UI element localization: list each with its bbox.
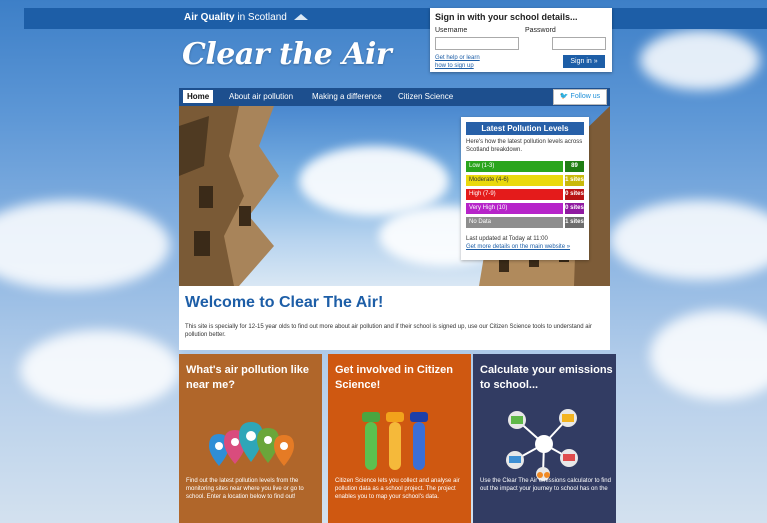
card-description: Find out the latest pollution levels fro… [186,478,304,500]
level-low-count: 89 sites [565,161,584,180]
password-input[interactable] [552,37,606,50]
more-details-link[interactable]: Get more details on the main website » [466,244,570,250]
signin-title: Sign in with your school details... [435,12,578,22]
welcome-section: Welcome to Clear The Air! This site is s… [179,286,610,350]
top-bar [24,8,767,29]
sky-cloud [610,200,767,280]
level-moderate: Moderate (4-6) [466,175,563,186]
card-description: Use the Clear The Air emissions calculat… [480,478,611,492]
nav-citizen-science[interactable]: Citizen Science [398,92,453,101]
card-title: Get involved in Citizen Science! [335,364,453,391]
welcome-title: Welcome to Clear The Air! [185,294,384,311]
site-brand[interactable]: Air Quality in Scotland [184,12,308,23]
pollution-levels-widget: Latest Pollution Levels Here's how the l… [461,117,589,260]
level-moderate-count: 1 sites [565,175,584,186]
sky-cloud [0,200,170,290]
card-description: Citizen Science lets you collect and ana… [335,478,460,500]
sky-cloud [640,30,760,90]
last-updated: Last updated at Today at 11:00 [466,236,548,242]
level-very-high-count: 0 sites [565,203,584,214]
follow-label: Follow us [570,93,601,100]
pollution-intro: Here's how the latest pollution levels a… [466,139,583,153]
pollution-title: Latest Pollution Levels [466,122,584,135]
card-air-pollution-near-me[interactable]: What's air pollution like near me? Find … [179,354,322,523]
card-title: What's air pollution like near me? [186,364,310,391]
site-logo[interactable]: Clear the Air [182,37,392,72]
sky-cloud [650,310,767,400]
follow-us-button[interactable]: 🐦 Follow us [553,89,607,105]
twitter-icon: 🐦 [559,93,569,100]
password-label: Password [525,27,556,34]
help-link-line2: how to sign up [435,63,474,69]
brand-region: in Scotland [237,12,287,23]
level-low: Low (1-3) [466,161,563,172]
nav-home[interactable]: Home [183,90,214,103]
signin-panel: Sign in with your school details... User… [430,8,612,72]
help-link-line1: Get help or learn [435,55,480,61]
signin-button[interactable]: Sign in » [563,55,605,68]
test-tubes-icon [362,412,428,470]
level-high: High (7-9) [466,189,563,200]
level-no-data-count: 1 sites [565,217,584,228]
nav-making-a-difference[interactable]: Making a difference [312,92,382,101]
welcome-text: This site is specially for 12-15 year ol… [185,324,592,338]
card-citizen-science[interactable]: Get involved in Citizen Science! Citizen… [328,354,471,523]
level-very-high: Very High (10) [466,203,563,214]
transport-network-icon [506,409,578,481]
signup-help-link[interactable]: Get help or learn how to sign up [435,54,480,70]
nav-about-air-pollution[interactable]: About air pollution [229,92,293,101]
mountain-icon [293,14,308,21]
card-title: Calculate your emissions to school... [480,364,613,391]
level-high-count: 0 sites [565,189,584,200]
username-input[interactable] [435,37,519,50]
card-emissions-calculator[interactable]: Calculate your emissions to school... Us… [473,354,616,523]
username-label: Username [435,27,468,34]
brand-name: Air Quality [184,12,235,23]
sky-cloud [20,330,180,410]
map-pins-icon [209,422,294,466]
level-no-data: No Data [466,217,563,228]
main-nav: Home About air pollution Making a differ… [179,88,610,106]
